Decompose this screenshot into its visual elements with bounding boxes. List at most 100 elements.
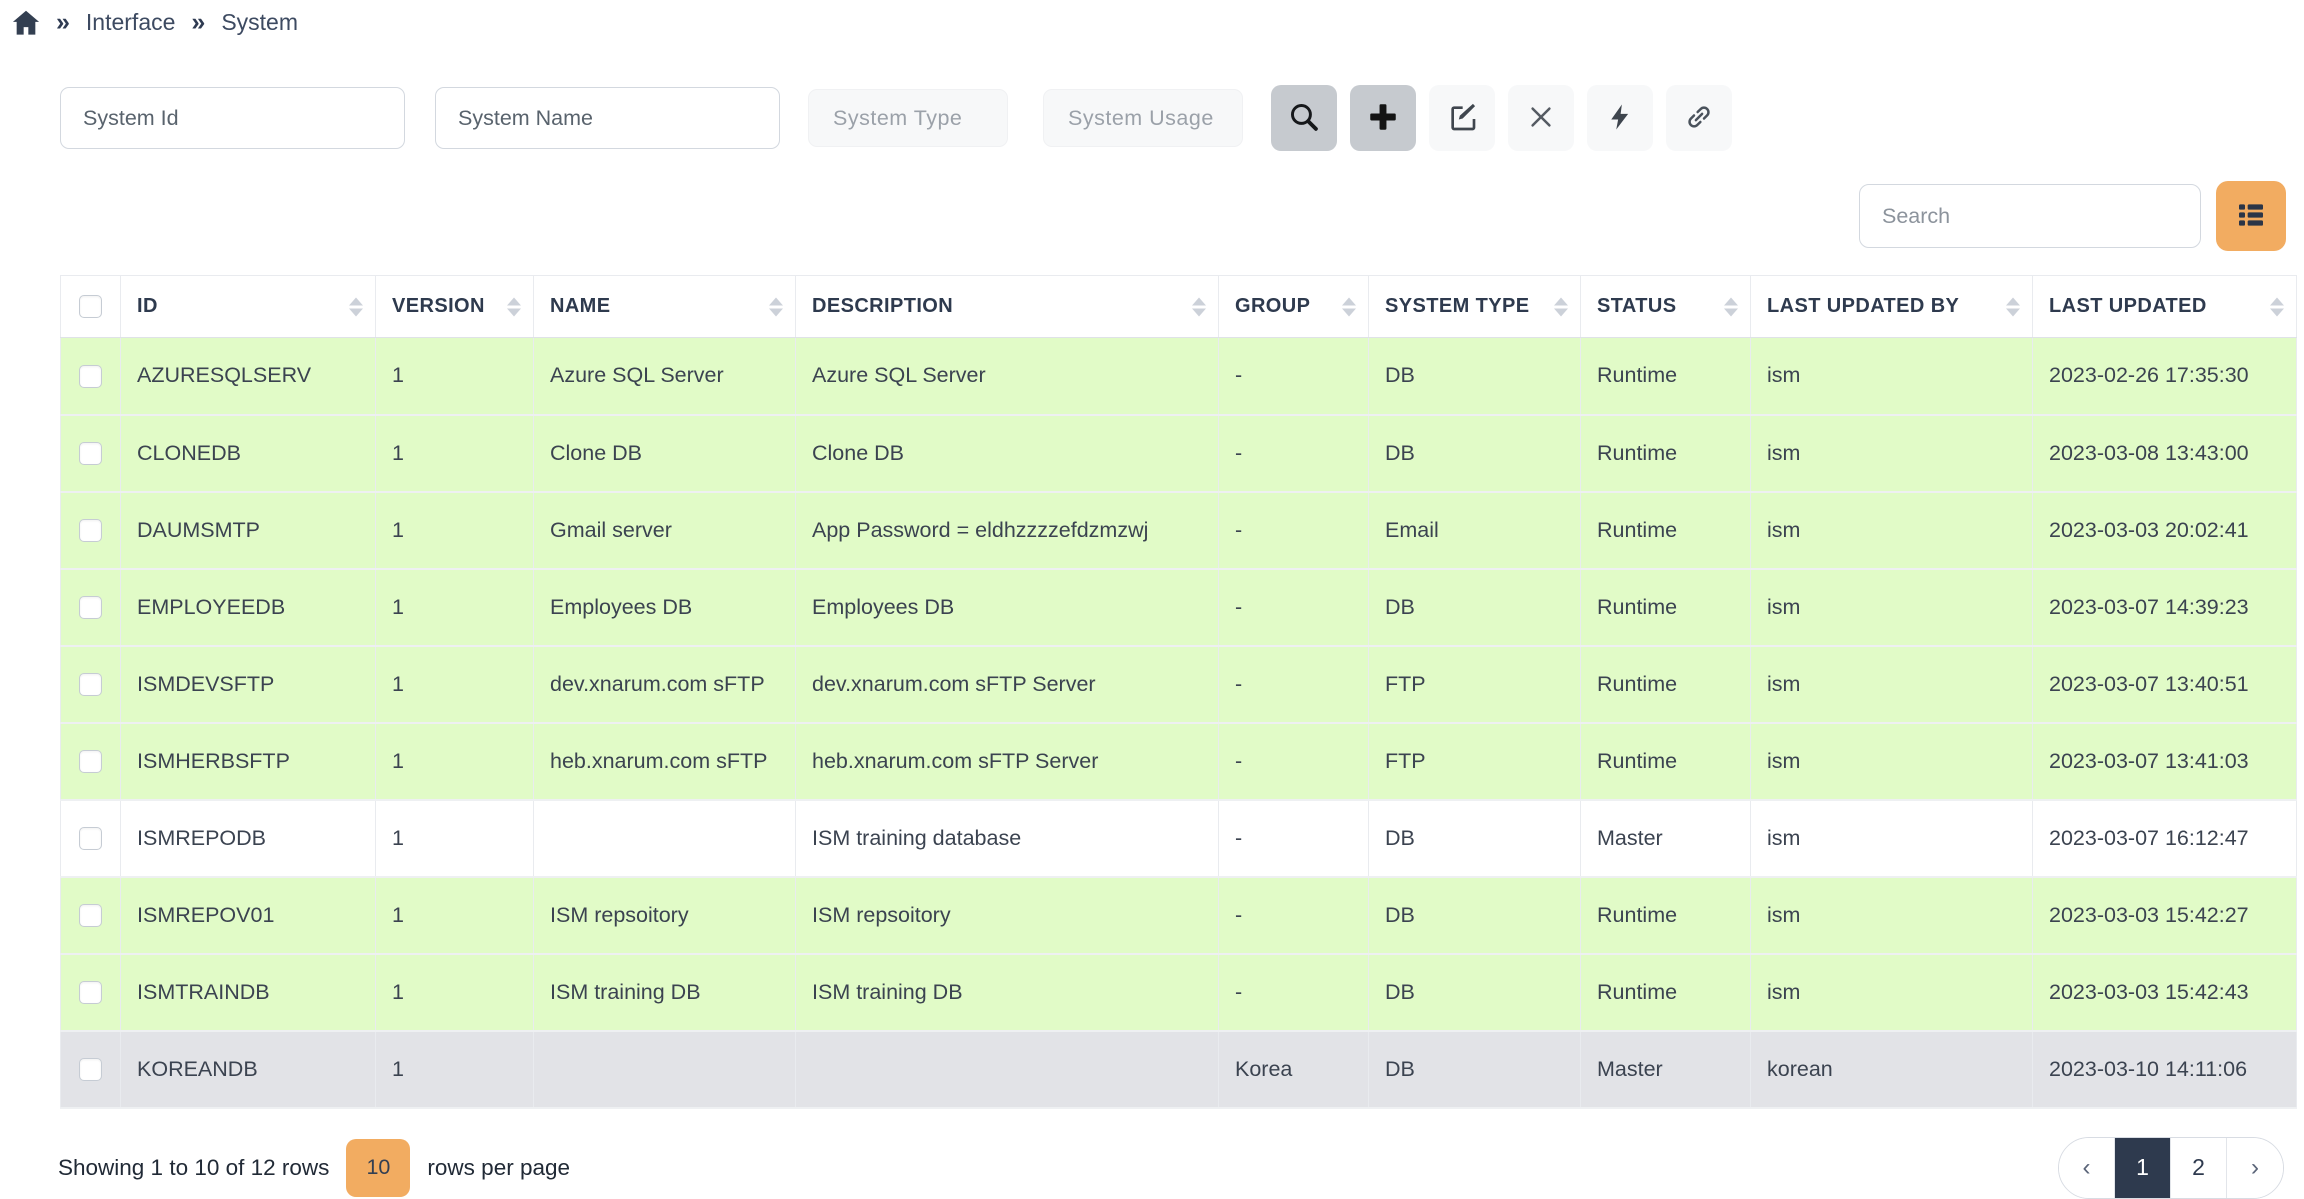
table-row[interactable]: ISMREPODB 1 ISM training database - DB M… bbox=[61, 800, 2297, 877]
cell-id: DAUMSMTP bbox=[121, 492, 376, 569]
row-checkbox[interactable] bbox=[79, 673, 102, 696]
column-header[interactable]: STATUS bbox=[1581, 276, 1751, 338]
breadcrumb: » Interface » System bbox=[0, 0, 2304, 37]
list-columns-icon bbox=[2235, 199, 2267, 234]
cell-name bbox=[534, 800, 796, 877]
cell-last-updated: 2023-03-07 13:40:51 bbox=[2033, 646, 2297, 723]
cell-name: Gmail server bbox=[534, 492, 796, 569]
cell-last-updated: 2023-02-26 17:35:30 bbox=[2033, 338, 2297, 415]
select-all-checkbox[interactable] bbox=[79, 295, 102, 318]
table-row[interactable]: KOREANDB 1 Korea DB Master korean 2023-0… bbox=[61, 1031, 2297, 1108]
cell-status: Runtime bbox=[1581, 954, 1751, 1031]
table-row[interactable]: ISMDEVSFTP 1 dev.xnarum.com sFTP dev.xna… bbox=[61, 646, 2297, 723]
cell-version: 1 bbox=[376, 646, 534, 723]
sort-icon bbox=[1554, 297, 1568, 316]
row-checkbox[interactable] bbox=[79, 750, 102, 773]
sort-icon bbox=[1724, 297, 1738, 316]
close-button[interactable] bbox=[1508, 85, 1574, 151]
column-header[interactable]: GROUP bbox=[1219, 276, 1369, 338]
cell-system-type: DB bbox=[1369, 877, 1581, 954]
cell-last-updated: 2023-03-10 14:11:06 bbox=[2033, 1031, 2297, 1108]
cell-id: ISMHERBSFTP bbox=[121, 723, 376, 800]
table-row[interactable]: DAUMSMTP 1 Gmail server App Password = e… bbox=[61, 492, 2297, 569]
table-row[interactable]: AZURESQLSERV 1 Azure SQL Server Azure SQ… bbox=[61, 338, 2297, 415]
cell-id: KOREANDB bbox=[121, 1031, 376, 1108]
sort-icon bbox=[1192, 297, 1206, 316]
sort-icon bbox=[2006, 297, 2020, 316]
page-2-button[interactable]: 2 bbox=[2171, 1138, 2227, 1198]
row-checkbox[interactable] bbox=[79, 827, 102, 850]
edit-button[interactable] bbox=[1429, 85, 1495, 151]
row-checkbox[interactable] bbox=[79, 365, 102, 388]
cell-version: 1 bbox=[376, 338, 534, 415]
add-button[interactable] bbox=[1350, 85, 1416, 151]
link-chain-icon bbox=[1684, 102, 1714, 135]
table-row[interactable]: CLONEDB 1 Clone DB Clone DB - DB Runtime… bbox=[61, 415, 2297, 492]
table-search-input[interactable] bbox=[1859, 184, 2201, 248]
cell-id: ISMREPOV01 bbox=[121, 877, 376, 954]
column-header[interactable]: LAST UPDATED bbox=[2033, 276, 2297, 338]
cell-status: Runtime bbox=[1581, 569, 1751, 646]
cell-name: Clone DB bbox=[534, 415, 796, 492]
row-checkbox[interactable] bbox=[79, 519, 102, 542]
row-checkbox[interactable] bbox=[79, 442, 102, 465]
cell-last-updated-by: ism bbox=[1751, 954, 2033, 1031]
cell-description bbox=[796, 1031, 1219, 1108]
table-row[interactable]: EMPLOYEEDB 1 Employees DB Employees DB -… bbox=[61, 569, 2297, 646]
cell-name: ISM repsoitory bbox=[534, 877, 796, 954]
cell-group: - bbox=[1219, 569, 1369, 646]
close-x-icon bbox=[1527, 103, 1555, 134]
link-button[interactable] bbox=[1666, 85, 1732, 151]
search-button[interactable] bbox=[1271, 85, 1337, 151]
table-row[interactable]: ISMHERBSFTP 1 heb.xnarum.com sFTP heb.xn… bbox=[61, 723, 2297, 800]
next-page-button[interactable]: › bbox=[2227, 1138, 2283, 1198]
row-checkbox[interactable] bbox=[79, 981, 102, 1004]
cell-version: 1 bbox=[376, 1031, 534, 1108]
page-size-button[interactable]: 10 bbox=[346, 1139, 410, 1197]
cell-last-updated: 2023-03-03 15:42:27 bbox=[2033, 877, 2297, 954]
cell-last-updated-by: ism bbox=[1751, 338, 2033, 415]
cell-description: heb.xnarum.com sFTP Server bbox=[796, 723, 1219, 800]
breadcrumb-system[interactable]: System bbox=[221, 9, 298, 36]
cell-status: Runtime bbox=[1581, 877, 1751, 954]
system-id-input[interactable] bbox=[60, 87, 405, 149]
system-usage-select[interactable]: System Usage bbox=[1043, 89, 1243, 147]
column-header[interactable]: SYSTEM TYPE bbox=[1369, 276, 1581, 338]
cell-group: - bbox=[1219, 415, 1369, 492]
cell-system-type: FTP bbox=[1369, 723, 1581, 800]
breadcrumb-interface[interactable]: Interface bbox=[86, 9, 176, 36]
prev-page-button[interactable]: ‹ bbox=[2059, 1138, 2115, 1198]
page-1-button[interactable]: 1 bbox=[2115, 1138, 2171, 1198]
cell-status: Runtime bbox=[1581, 723, 1751, 800]
cell-description: ISM training DB bbox=[796, 954, 1219, 1031]
column-header[interactable]: LAST UPDATED BY bbox=[1751, 276, 2033, 338]
column-header[interactable]: ID bbox=[121, 276, 376, 338]
column-header[interactable]: VERSION bbox=[376, 276, 534, 338]
magnifier-icon bbox=[1288, 101, 1320, 136]
home-icon[interactable] bbox=[12, 10, 40, 36]
cell-version: 1 bbox=[376, 954, 534, 1031]
cell-last-updated-by: ism bbox=[1751, 492, 2033, 569]
cell-system-type: FTP bbox=[1369, 646, 1581, 723]
sort-icon bbox=[2270, 297, 2284, 316]
cell-last-updated-by: ism bbox=[1751, 415, 2033, 492]
cell-description: ISM repsoitory bbox=[796, 877, 1219, 954]
system-usage-placeholder: System Usage bbox=[1068, 106, 1214, 131]
cell-description: dev.xnarum.com sFTP Server bbox=[796, 646, 1219, 723]
row-checkbox[interactable] bbox=[79, 1058, 102, 1081]
cell-version: 1 bbox=[376, 800, 534, 877]
row-checkbox[interactable] bbox=[79, 904, 102, 927]
system-name-input[interactable] bbox=[435, 87, 780, 149]
column-header[interactable]: DESCRIPTION bbox=[796, 276, 1219, 338]
cell-last-updated: 2023-03-03 20:02:41 bbox=[2033, 492, 2297, 569]
system-type-select[interactable]: System Type bbox=[808, 89, 1008, 147]
column-header[interactable]: NAME bbox=[534, 276, 796, 338]
execute-button[interactable] bbox=[1587, 85, 1653, 151]
table-header-row: ID VERSION NAME DESCRIPTION GROUP SYSTEM… bbox=[61, 276, 2297, 338]
row-checkbox[interactable] bbox=[79, 596, 102, 619]
table-footer: Showing 1 to 10 of 12 rows 10 rows per p… bbox=[58, 1137, 2284, 1199]
table-row[interactable]: ISMTRAINDB 1 ISM training DB ISM trainin… bbox=[61, 954, 2297, 1031]
cell-version: 1 bbox=[376, 415, 534, 492]
table-row[interactable]: ISMREPOV01 1 ISM repsoitory ISM repsoito… bbox=[61, 877, 2297, 954]
columns-toggle-button[interactable] bbox=[2216, 181, 2286, 251]
